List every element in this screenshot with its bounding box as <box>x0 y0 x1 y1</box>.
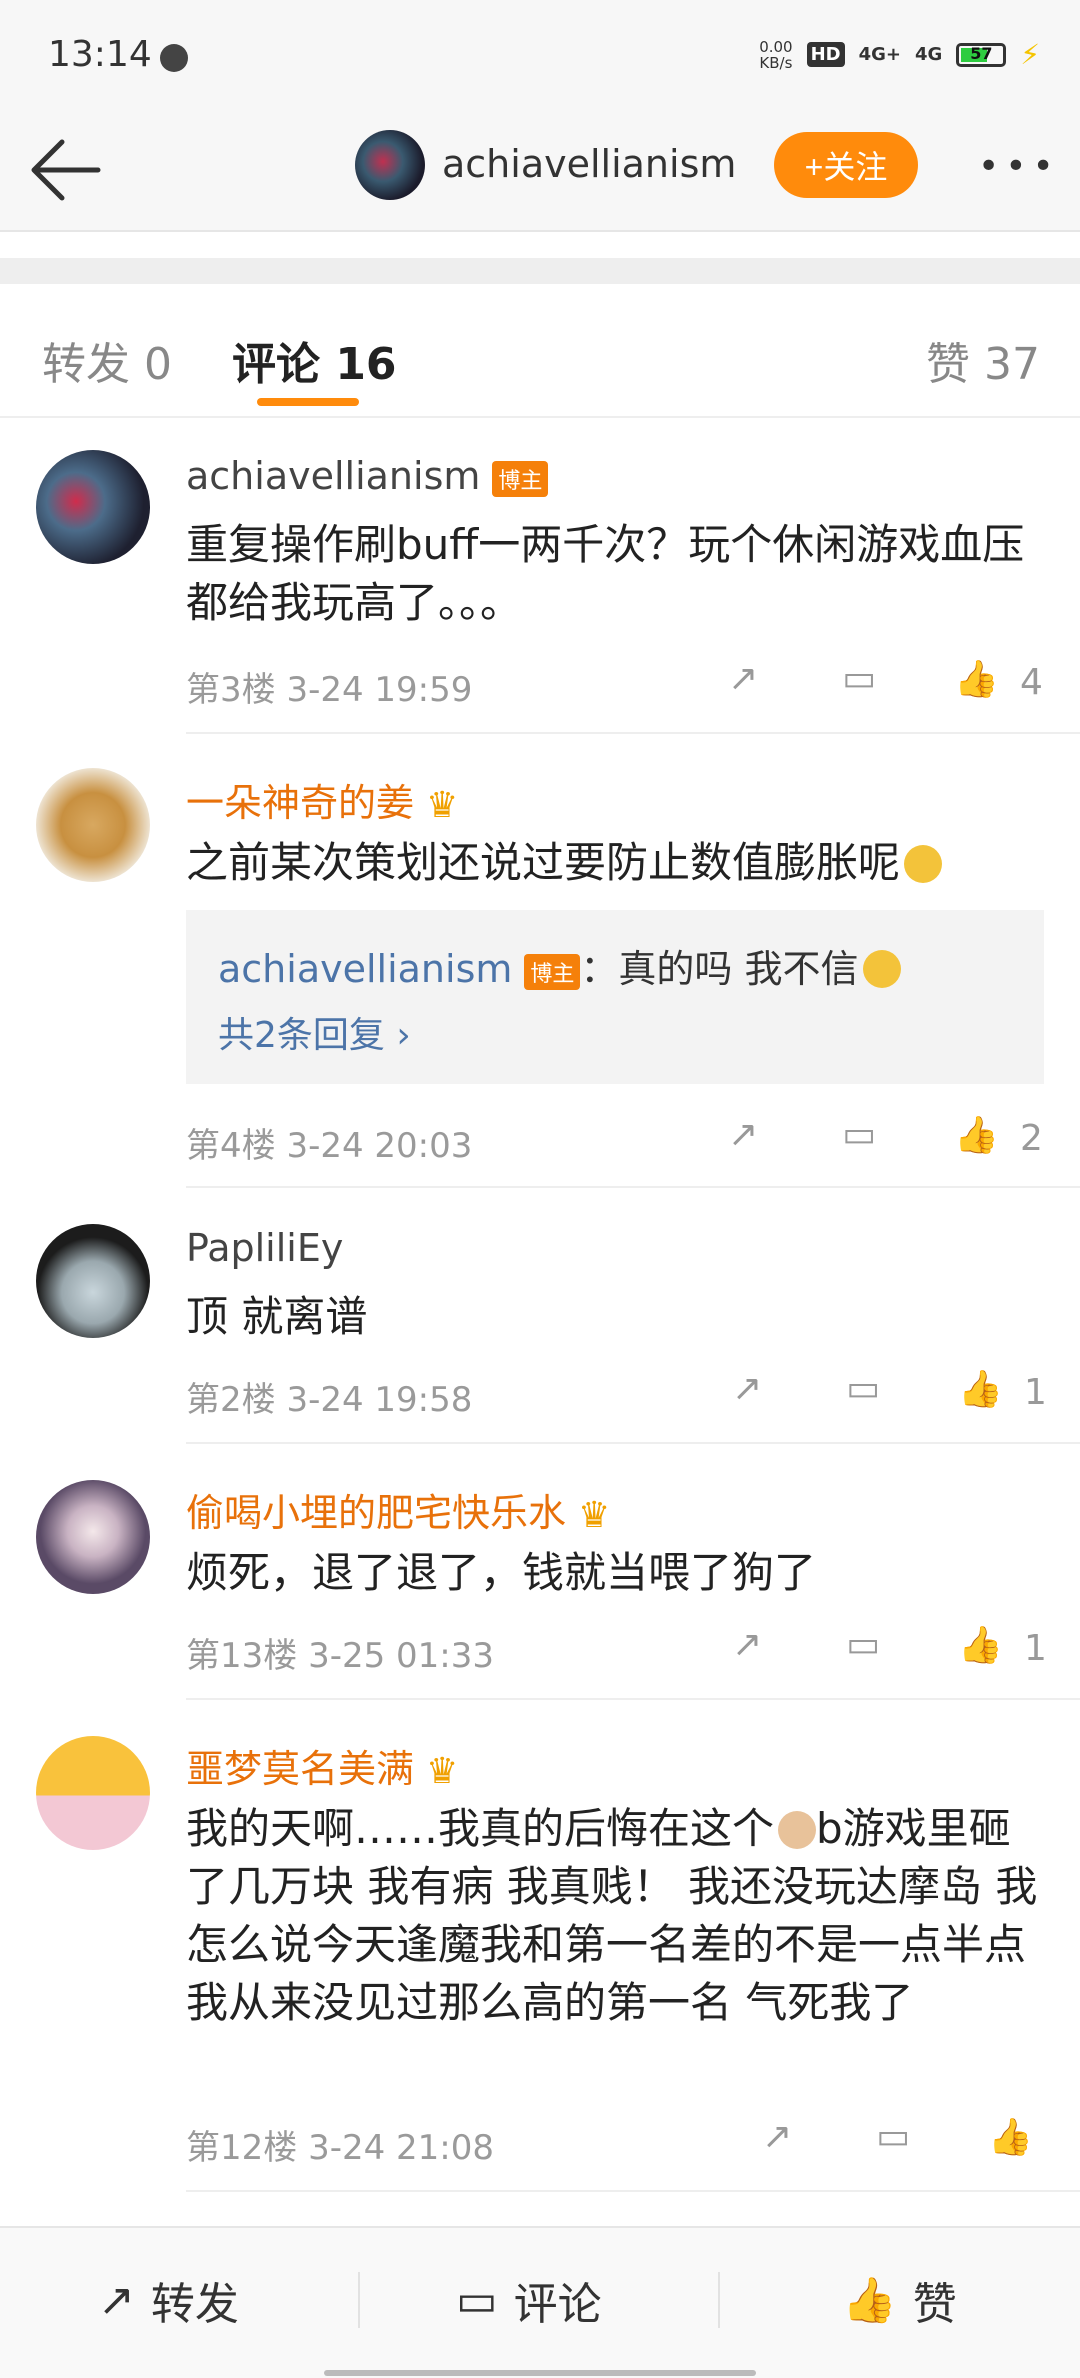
status-bar: 13:14 0.00 KB/s HD 4G+ 4G 57 ⚡ <box>0 0 1080 110</box>
like-icon[interactable]: 👍 <box>954 1114 999 1156</box>
bottom-action-bar: ↗ 转发 ▭ 评论 👍 赞 <box>0 2226 1080 2378</box>
like-icon[interactable]: 👍 <box>958 1368 1003 1410</box>
avatar[interactable] <box>36 768 150 882</box>
top-nav: achiavellianism +关注 ••• <box>0 110 1080 232</box>
like-count: 1 <box>1024 1372 1047 1413</box>
comment-username[interactable]: achiavellianism 博主 <box>186 454 549 498</box>
reply-username[interactable]: achiavellianism <box>218 947 512 991</box>
author-badge: 博主 <box>524 953 581 990</box>
section-divider <box>0 258 1080 284</box>
comment-meta: 第13楼 3-25 01:33 <box>186 1636 495 1676</box>
like-icon[interactable]: 👍 <box>954 658 999 700</box>
tab-comments[interactable]: 评论 16 <box>232 328 397 392</box>
comment-text: 我的天啊……我真的后悔在这个 b游戏里砸了几万块 我有病 我真贱！ 我还没玩达摩岛… <box>186 1804 1038 2027</box>
home-indicator[interactable] <box>324 2370 756 2376</box>
reply-icon[interactable]: ▭ <box>842 658 876 699</box>
comment-username[interactable]: PapliliEy <box>186 1226 343 1270</box>
like-button[interactable]: 👍 赞 <box>842 2268 957 2332</box>
comment-item: 偷喝小埋的肥宅快乐水 ♛ 烦死，退了退了，钱就当喂了狗了 第13楼 3-25 01… <box>0 1444 1080 1700</box>
comment-item: 噩梦莫名美满 ♛ 我的天啊……我真的后悔在这个 b游戏里砸了几万块 我有病 我真贱！… <box>0 1700 1080 2192</box>
hd-icon: HD <box>806 42 845 67</box>
comment-meta: 第12楼 3-24 21:08 <box>186 2128 495 2168</box>
comment-username[interactable]: 偷喝小埋的肥宅快乐水 ♛ <box>186 1482 610 1537</box>
charging-icon: ⚡ <box>1020 38 1040 71</box>
battery-icon: 57 <box>956 42 1007 67</box>
share-icon[interactable]: ↗ <box>762 2116 792 2157</box>
reply-preview[interactable]: achiavellianism 博主 ：真的吗 我不信 共2条回复 › <box>186 910 1044 1084</box>
status-indicators: 0.00 KB/s HD 4G+ 4G 57 ⚡ <box>759 38 1040 71</box>
like-icon[interactable]: 👍 <box>958 1624 1003 1666</box>
author-badge: 博主 <box>492 460 549 497</box>
share-icon[interactable]: ↗ <box>732 1624 762 1665</box>
reply-icon[interactable]: ▭ <box>846 1368 880 1409</box>
share-icon: ↗ <box>98 2274 135 2326</box>
like-icon: 👍 <box>842 2275 897 2326</box>
dog-emoji-icon <box>778 1811 817 1849</box>
share-icon[interactable]: ↗ <box>728 1114 758 1155</box>
reply-icon[interactable]: ▭ <box>842 1114 876 1155</box>
comment-text: 之前某次策划还说过要防止数值膨胀呢 <box>186 834 1046 892</box>
comment-meta: 第2楼 3-24 19:58 <box>186 1380 473 1420</box>
globe-icon <box>160 44 188 72</box>
active-tab-indicator <box>257 398 359 406</box>
vip-crown-icon: ♛ <box>426 1751 459 1792</box>
reply-icon[interactable]: ▭ <box>846 1624 880 1665</box>
comment-username[interactable]: 一朵神奇的姜 ♛ <box>186 772 458 827</box>
author-name[interactable]: achiavellianism <box>442 142 736 186</box>
net-speed: 0.00 KB/s <box>759 37 793 72</box>
back-arrow-icon[interactable] <box>28 134 104 206</box>
like-count: 1 <box>1024 1628 1047 1669</box>
like-count: 2 <box>1020 1118 1043 1159</box>
share-icon[interactable]: ↗ <box>732 1368 762 1409</box>
avatar[interactable] <box>36 1736 150 1850</box>
doge-emoji-icon <box>862 950 901 988</box>
signal-icon: 4G+ <box>858 44 902 65</box>
author-avatar[interactable] <box>355 130 425 200</box>
doge-emoji-icon <box>904 845 943 883</box>
status-time: 13:14 <box>48 34 152 75</box>
repost-button[interactable]: ↗ 转发 <box>98 2268 239 2332</box>
comment-item: 一朵神奇的姜 ♛ 之前某次策划还说过要防止数值膨胀呢 achiavellianis… <box>0 734 1080 1188</box>
avatar[interactable] <box>36 450 150 564</box>
comment-username[interactable]: 噩梦莫名美满 ♛ <box>186 1738 458 1793</box>
avatar[interactable] <box>36 1224 150 1338</box>
vip-crown-icon: ♛ <box>426 785 459 826</box>
comment-icon: ▭ <box>456 2274 498 2326</box>
tab-repost[interactable]: 转发 0 <box>42 328 172 392</box>
comment-item: achiavellianism 博主 重复操作刷buff一两千次？玩个休闲游戏血压… <box>0 416 1080 734</box>
like-count: 4 <box>1020 662 1043 703</box>
comment-text: 顶 就离谱 <box>186 1292 368 1341</box>
reply-line: achiavellianism 博主 ：真的吗 我不信 <box>218 938 901 993</box>
comment-text: 重复操作刷buff一两千次？玩个休闲游戏血压都给我玩高了。。。 <box>186 520 1025 627</box>
comment-meta: 第3楼 3-24 19:59 <box>186 670 473 710</box>
reply-icon[interactable]: ▭ <box>876 2116 910 2157</box>
view-replies-link[interactable]: 共2条回复 › <box>218 1006 411 1058</box>
avatar[interactable] <box>36 1480 150 1594</box>
comment-button[interactable]: ▭ 评论 <box>456 2268 602 2332</box>
follow-button[interactable]: +关注 <box>774 132 918 198</box>
share-icon[interactable]: ↗ <box>728 658 758 699</box>
vip-crown-icon: ♛ <box>578 1495 611 1536</box>
signal-icon-2: 4G <box>915 44 943 65</box>
comment-item: PapliliEy 顶 就离谱 第2楼 3-24 19:58 ↗ ▭ 👍 1 <box>0 1188 1080 1444</box>
comment-meta: 第4楼 3-24 20:03 <box>186 1126 473 1166</box>
tab-likes[interactable]: 赞 37 <box>926 328 1040 392</box>
comment-text: 烦死，退了退了，钱就当喂了狗了 <box>186 1548 817 1597</box>
like-icon[interactable]: 👍 <box>988 2116 1033 2158</box>
tab-bar: 转发 0 评论 16 赞 37 <box>0 284 1080 418</box>
more-options-icon[interactable]: ••• <box>978 146 1060 187</box>
